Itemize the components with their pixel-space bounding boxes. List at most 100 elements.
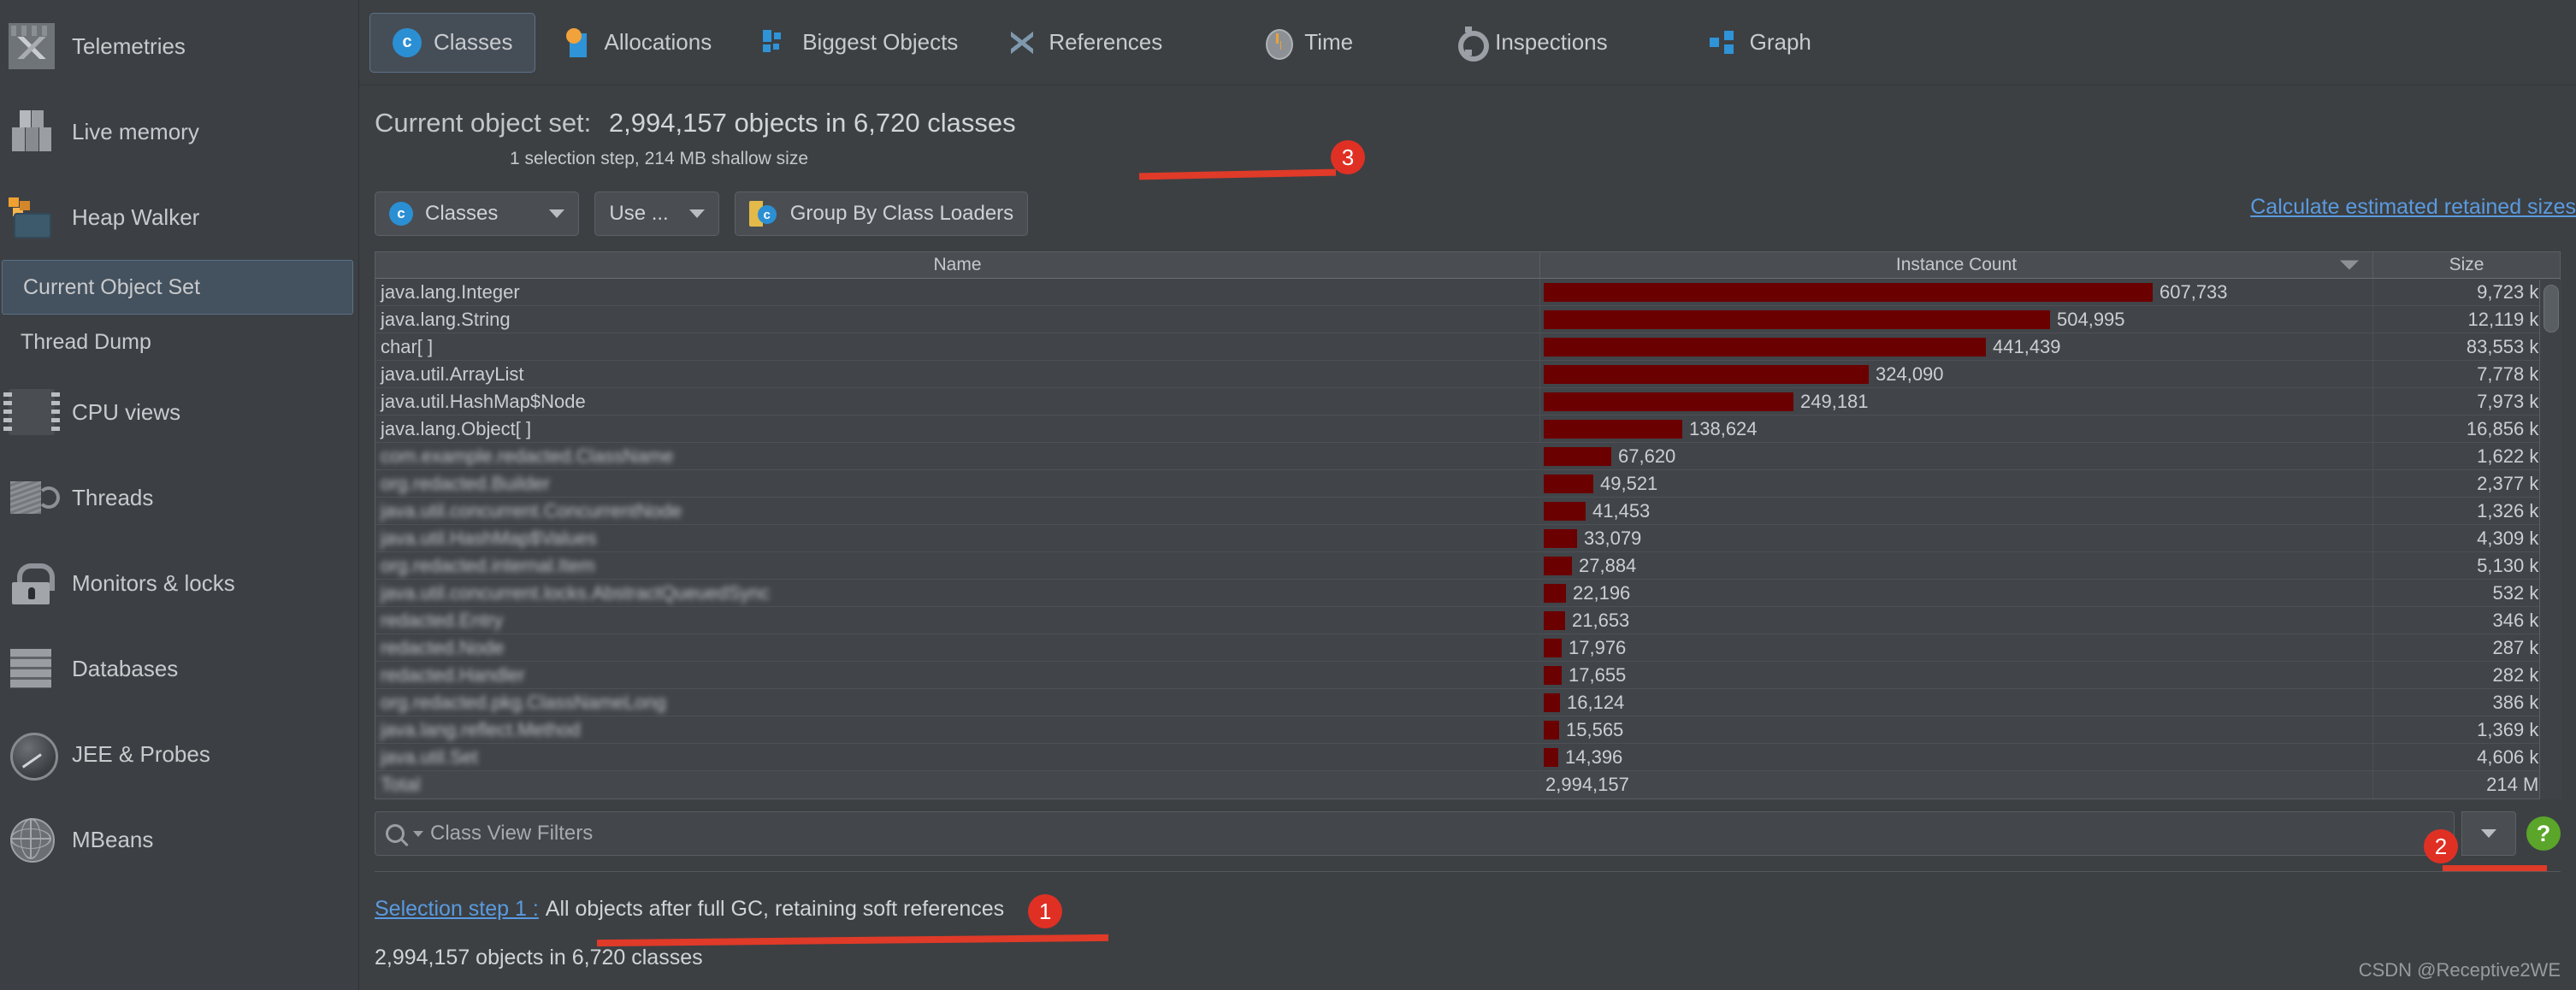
table-row[interactable]: org.redacted.internal.Item 27,884 5,130 kB [375,552,2560,580]
tab-biggest-objects[interactable]: Biggest Objects [739,13,980,73]
instance-count-bar [1544,747,1558,767]
view-tabbar: c Classes Allocations Biggest Objects Re… [359,0,2576,85]
selection-step-link[interactable]: Selection step 1 : [375,897,539,922]
instance-count-value: 441,439 [1993,335,2061,357]
tab-label: Biggest Objects [802,29,959,55]
cell-class-name: java.util.HashMap$Node [375,388,1540,415]
tab-inspections[interactable]: Inspections [1432,13,1630,73]
sort-descending-icon [2340,260,2359,270]
tab-time[interactable]: Time [1241,13,1375,73]
table-total-row: Total 2,994,157 214 MB [375,771,2560,798]
sidebar-item-cpu-views[interactable]: CPU views [0,369,358,455]
selection-step-description: All objects after full GC, retaining sof… [545,896,1005,921]
annotation-badge-2: 2 [2424,829,2458,863]
sidebar-item-heap-walker[interactable]: Heap Walker [0,174,358,260]
total-instance-count-value: 2,994,157 [1545,774,1629,795]
tab-graph[interactable]: Graph [1687,13,1834,73]
instance-count-value: 16,124 [1567,691,1625,713]
sidebar-item-databases[interactable]: Databases [0,626,358,711]
classes-dropdown-button[interactable]: c Classes [375,192,580,236]
instance-count-bar [1544,583,1566,603]
cell-instance-count: 41,453 [1540,498,2373,524]
use-dropdown-button[interactable]: Use ... [594,192,719,236]
table-row[interactable]: org.redacted.pkg.ClassNameLong 16,124 386 … [375,689,2560,716]
cell-size: 1,369 kB [2477,718,2551,740]
sidebar-item-jee-and-probes[interactable]: JEE & Probes [0,711,358,797]
scrollbar-thumb[interactable] [2544,285,2559,333]
search-icon [386,824,405,843]
selection-step-count: 2,994,157 objects in 6,720 classes [375,946,703,969]
table-row[interactable]: java.lang.Integer 607,733 9,723 kB [375,279,2560,306]
annotation-underline-2 [2443,865,2547,871]
tab-label: References [1049,29,1163,55]
table-row[interactable]: java.util.Set 14,396 4,606 kB [375,744,2560,771]
tab-allocations[interactable]: Allocations [541,13,734,73]
table-row[interactable]: java.lang.String 504,995 12,119 kB [375,306,2560,333]
table-row[interactable]: java.util.concurrent.locks.AbstractQueue… [375,580,2560,607]
instance-count-value: 33,079 [1584,527,1642,549]
table-row[interactable]: redacted.Node 17,976 287 kB [375,634,2560,662]
cell-size: 7,778 kB [2477,362,2551,385]
table-row[interactable]: com.example.redacted.ClassName 67,620 1,62… [375,443,2560,470]
table-row[interactable]: java.util.HashMap$Values 33,079 4,309 kB [375,525,2560,552]
instance-count-value: 14,396 [1565,745,1623,768]
table-row[interactable]: char[ ] 441,439 83,553 kB [375,333,2560,361]
table-row[interactable]: java.util.ArrayList 324,090 7,778 kB [375,361,2560,388]
tab-references[interactable]: References [985,13,1185,73]
chevron-down-icon[interactable] [413,830,423,837]
object-set-summary: 2,994,157 objects in 6,720 classes [608,108,1016,138]
table-row[interactable]: java.util.HashMap$Node 249,181 7,973 kB [375,388,2560,415]
calculate-retained-sizes-link[interactable]: Calculate estimated retained sizes [2250,195,2576,220]
sidebar-item-label: Live memory [72,118,199,144]
cell-class-name: char[ ] [375,333,1540,360]
instance-count-bar [1544,610,1565,630]
object-set-title-row: Current object set: 2,994,157 objects in… [375,108,2576,138]
table-row[interactable]: java.lang.Object[ ] 138,624 16,856 kB [375,415,2560,443]
sidebar-item-mbeans[interactable]: MBeans [0,797,358,882]
use-dropdown-label: Use ... [609,202,669,225]
cell-instance-count: 49,521 [1540,470,2373,497]
help-button[interactable]: ? [2526,816,2561,851]
table-row[interactable]: java.lang.reflect.Method 15,565 1,369 kB [375,716,2560,744]
cell-size: 287 kB [2492,636,2552,658]
lock-icon [9,560,55,606]
column-header-label: Instance Count [1895,255,2018,274]
instance-count-value: 15,565 [1566,718,1624,740]
column-header-instance-count[interactable]: Instance Count [1540,252,2373,278]
sidebar-item-thread-dump[interactable]: Thread Dump [0,315,358,369]
class-view-filter-bar: Class View Filters ? [375,811,2561,856]
table-vertical-scrollbar[interactable] [2539,280,2561,799]
gauge-icon [9,731,58,781]
sidebar-item-telemetries[interactable]: Telemetries [0,3,358,89]
table-row[interactable]: java.util.concurrent.ConcurrentNode 41,45… [375,498,2560,525]
column-header-name[interactable]: Name [375,252,1540,278]
sidebar-item-current-object-set[interactable]: Current Object Set [2,260,353,315]
class-view-filter-field[interactable]: Class View Filters [375,811,2455,856]
tab-classes[interactable]: c Classes [369,12,536,73]
cell-class-name: java.lang.reflect.Method [375,716,1540,743]
filter-dropdown-button[interactable] [2461,811,2516,856]
cell-instance-count: 17,655 [1540,662,2373,688]
watermark: CSDN @Receptive2WE [2358,959,2561,981]
cell-size: 16,856 kB [2466,417,2551,439]
current-object-set-header: Current object set: 2,994,157 objects in… [359,85,2576,169]
sidebar-item-monitors-and-locks[interactable]: Monitors & locks [0,540,358,626]
cell-instance-count: 17,976 [1540,634,2373,661]
group-by-class-loaders-button[interactable]: Group By Class Loaders [734,192,1029,236]
column-header-size[interactable]: Size [2373,252,2560,278]
sidebar-item-label: Databases [72,655,179,681]
cell-size: 12,119 kB [2467,308,2551,330]
table-row[interactable]: redacted.Handler 17,655 282 kB [375,662,2560,689]
table-row[interactable]: org.redacted.Builder 49,521 2,377 kB [375,470,2560,498]
total-instance-count: 2,994,157 [1540,771,2373,798]
tab-label: Classes [434,29,513,55]
cell-instance-count: 324,090 [1540,361,2373,387]
table-row[interactable]: redacted.Entry 21,653 346 kB [375,607,2560,634]
main-panel: c Classes Allocations Biggest Objects Re… [359,0,2576,990]
cell-instance-count: 138,624 [1540,415,2373,442]
sidebar-item-threads[interactable]: Threads [0,455,358,540]
sidebar-item-live-memory[interactable]: Live memory [0,89,358,174]
cell-size: 4,606 kB [2477,745,2551,768]
cell-instance-count: 607,733 [1540,279,2373,305]
chevron-down-icon [549,209,565,218]
